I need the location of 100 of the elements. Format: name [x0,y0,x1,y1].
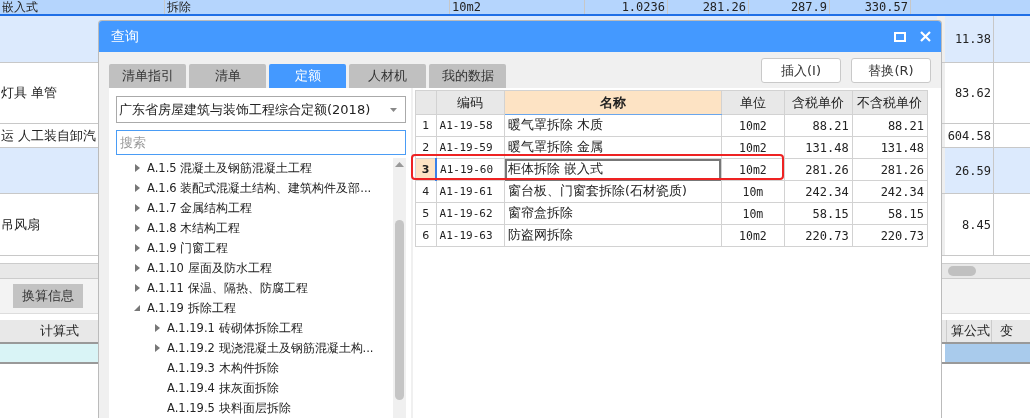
tree-item[interactable]: A.1.8 木结构工程 [106,218,393,238]
table-cell: 嵌入式 [0,0,165,14]
column-header: 不含税单价 [852,90,928,115]
table-cell-text: 吊风扇 [0,215,41,234]
tree-item[interactable]: A.1.19.5 块料面层拆除 [106,398,393,418]
tree-item[interactable]: A.1.6 装配式混凝土结构、建筑构件及部... [106,178,393,198]
table-cell: 131.48 [852,136,928,159]
collapse-arrow-icon[interactable] [134,304,141,312]
tree-item[interactable]: A.1.19.1 砖砌体拆除工程 [106,318,393,338]
table-row[interactable]: 嵌入式 拆除 10m2 1.0236 281.26 287.9 330.57 [0,0,1030,16]
button[interactable]: 插入(I) [761,58,841,83]
expand-arrow-icon[interactable] [154,344,161,352]
table-cell: 26.59 [945,148,994,193]
column-header: 算公式 [946,320,991,342]
row-number: 6 [415,224,437,247]
expand-arrow-icon[interactable] [134,264,141,272]
table-row[interactable]: 1 A1-19-58 暖气罩拆除 木质 10m2 88.21 88.21 [415,114,928,137]
column-header: 单位 [721,90,785,115]
table-cell: 10m2 [721,114,785,137]
table-cell: 83.62 [945,63,994,123]
table-cell: 防盗网拆除 [504,224,722,247]
table-cell: 88.21 [784,114,853,137]
table-cell: 暖气罩拆除 木质 [504,114,722,137]
scrollbar-thumb[interactable] [948,266,976,276]
table-cell-text: 灯具 单管 [0,84,59,102]
column-header [415,90,437,115]
scroll-up-icon[interactable] [395,162,404,167]
table-cell: 58.15 [784,202,853,225]
table-cell: A1-19-61 [436,180,505,203]
table-cell: 220.73 [852,224,928,247]
table-cell: 窗帘盒拆除 [504,202,722,225]
table-cell: A1-19-58 [436,114,505,137]
window-title: 查询 [111,27,139,46]
tab[interactable]: 换算信息 [13,284,83,308]
tab[interactable]: 清单指引 [109,64,186,88]
scrollbar[interactable] [393,158,406,418]
tab[interactable]: 我的数据 [429,64,506,88]
row-number: 1 [415,114,437,137]
tree-item[interactable]: A.1.10 屋面及防水工程 [106,258,393,278]
tree-item[interactable]: A.1.7 金属结构工程 [106,198,393,218]
table-cell: 88.21 [852,114,928,137]
column-header: 名称 [504,90,722,115]
table-cell: A1-19-60 [436,158,505,181]
expand-arrow-icon[interactable] [134,164,141,172]
expand-arrow-icon[interactable] [154,324,161,332]
expand-arrow-icon[interactable] [134,184,141,192]
tree-item[interactable]: A.1.5 混凝土及钢筋混凝土工程 [106,158,393,178]
expand-arrow-icon[interactable] [134,204,141,212]
tab[interactable]: 人材机 [349,64,426,88]
caret-icon [390,107,397,112]
table-cell-text: 运 人工装自卸汽 [0,126,98,145]
table-cell: 281.26 [668,0,749,14]
table-cell: A1-19-63 [436,224,505,247]
table-cell: 10m2 [450,0,585,14]
column-header: 含税单价 [784,90,853,115]
table-cell: 10m [721,202,785,225]
column-header: 计算式 [38,322,80,340]
expand-arrow-icon[interactable] [134,224,141,232]
expand-arrow-icon[interactable] [134,284,141,292]
column-header: 变 [991,320,1030,342]
table-cell: 220.73 [784,224,853,247]
table-cell: 58.15 [852,202,928,225]
tree-item[interactable]: A.1.19.3 木构件拆除 [106,358,393,378]
maximize-icon[interactable] [894,31,906,42]
table-cell: 281.26 [852,158,928,181]
scrollbar-thumb[interactable] [395,220,404,400]
table-cell: 604.58 [945,124,994,147]
column-header: 编码 [436,90,505,115]
table-cell: 窗台板、门窗套拆除(石材瓷质) [504,180,722,203]
tab[interactable]: 清单 [189,64,266,88]
close-icon[interactable] [920,31,931,42]
tree-item[interactable]: A.1.19.2 现浇混凝土及钢筋混凝土构... [106,338,393,358]
table-cell: 242.34 [852,180,928,203]
tree-item[interactable]: A.1.19 拆除工程 [106,298,393,318]
table-row[interactable]: 2 A1-19-59 暖气罩拆除 金属 10m2 131.48 131.48 [415,136,928,159]
tree-item[interactable]: A.1.9 门窗工程 [106,238,393,258]
dropdown[interactable]: 广东省房屋建筑与装饰工程综合定额(2018) [116,96,406,123]
table-cell: 10m2 [721,224,785,247]
table-cell: 11.38 [945,16,994,62]
table-cell: 8.45 [945,194,994,255]
table-cell: 330.57 [830,0,911,14]
table-row[interactable]: 6 A1-19-63 防盗网拆除 10m2 220.73 220.73 [415,224,928,247]
table-cell: 281.26 [784,158,853,181]
table-cell: 柜体拆除 嵌入式 [504,158,722,181]
table-row[interactable]: 5 A1-19-62 窗帘盒拆除 10m 58.15 58.15 [415,202,928,225]
table-cell: 131.48 [784,136,853,159]
table-cell: 1.0236 [585,0,668,14]
row-number: 5 [415,202,437,225]
table-cell: A1-19-62 [436,202,505,225]
search-field[interactable]: 搜索 [116,130,406,155]
row-number: 4 [415,180,437,203]
tree-item[interactable]: A.1.19.4 抹灰面拆除 [106,378,393,398]
expand-arrow-icon[interactable] [134,244,141,252]
table-cell: 10m [721,180,785,203]
table-cell: 242.34 [784,180,853,203]
table-row[interactable]: 4 A1-19-61 窗台板、门窗套拆除(石材瓷质) 10m 242.34 242.34 [415,180,928,203]
table-cell: 287.9 [749,0,830,14]
table-cell: 拆除 [165,0,450,14]
button[interactable]: 替换(R) [851,58,931,83]
tree-item[interactable]: A.1.11 保温、隔热、防腐工程 [106,278,393,298]
